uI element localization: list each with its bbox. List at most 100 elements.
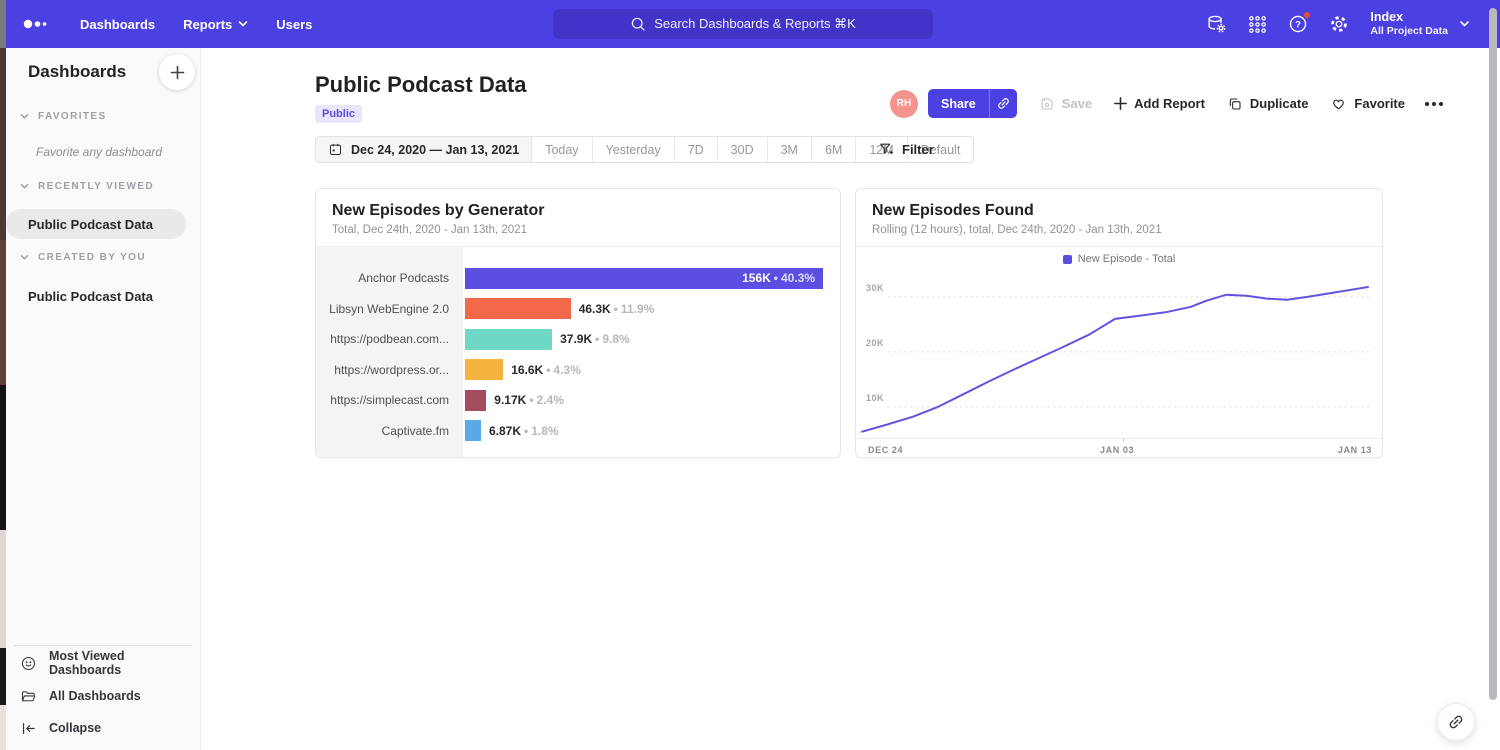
settings-gear-icon xyxy=(1328,13,1350,35)
card-new-episodes-found: New Episodes Found Rolling (12 hours), t… xyxy=(855,188,1383,458)
background-window-strip xyxy=(0,0,6,750)
duplicate-button[interactable]: Duplicate xyxy=(1227,96,1309,112)
folder-icon xyxy=(20,688,37,705)
bar-chart-row: Libsyn WebEngine 2.0 46.3K•11.9% xyxy=(316,294,824,325)
x-axis-label: JAN 13 xyxy=(1338,445,1372,455)
preset-3m[interactable]: 3M xyxy=(767,137,811,162)
dashboard-actions: RH Share Save Add Report Duplicate xyxy=(890,89,1443,118)
share-button[interactable]: Share xyxy=(928,89,1017,118)
apps-grid-button[interactable] xyxy=(1246,13,1268,35)
chevron-down-icon xyxy=(1459,20,1470,28)
bar-value: 156K•40.3% xyxy=(742,268,815,289)
apps-grid-icon xyxy=(1247,14,1268,35)
filter-button[interactable]: Filter xyxy=(878,136,934,163)
search-input[interactable]: Search Dashboards & Reports ⌘K xyxy=(553,9,933,39)
preset-6m[interactable]: 6M xyxy=(811,137,855,162)
help-button[interactable]: ? xyxy=(1287,13,1309,35)
topbar-right-group: ? Index All Project Data xyxy=(1186,10,1470,38)
add-dashboard-button[interactable] xyxy=(159,54,195,90)
link-icon xyxy=(1447,713,1465,731)
sidebar-section-recently-viewed[interactable]: RECENTLY VIEWED xyxy=(20,181,154,192)
bar-chart-row: https://wordpress.or... 16.6K•4.3% xyxy=(316,355,824,386)
vertical-scrollbar-thumb[interactable] xyxy=(1489,8,1497,700)
nav-reports[interactable]: Reports xyxy=(183,17,248,32)
project-name: Index xyxy=(1370,10,1448,25)
bar[interactable] xyxy=(465,298,571,319)
legend-label: New Episode - Total xyxy=(1078,253,1176,265)
x-axis-label: JAN 03 xyxy=(1100,445,1134,455)
collapse-sidebar-button[interactable]: Collapse xyxy=(20,718,101,738)
settings-button[interactable] xyxy=(1328,13,1350,35)
bar-value: 6.87K•1.8% xyxy=(489,424,559,438)
chart-title: New Episodes by Generator xyxy=(332,202,824,220)
funnel-plus-icon xyxy=(878,141,895,158)
bar[interactable] xyxy=(465,359,503,380)
x-axis-label: DEC 24 xyxy=(868,445,903,455)
chevron-down-icon xyxy=(238,20,248,28)
sidebar-section-favorites[interactable]: FAVORITES xyxy=(20,111,107,122)
bar[interactable] xyxy=(465,420,481,441)
avatar[interactable]: RH xyxy=(890,90,918,118)
heart-icon xyxy=(1330,95,1347,112)
date-range-picker[interactable]: Dec 24, 2020 — Jan 13, 2021 xyxy=(316,137,531,162)
sidebar-item-public-podcast-data[interactable]: Public Podcast Data xyxy=(28,288,153,306)
chevron-down-icon xyxy=(20,113,29,120)
copy-icon xyxy=(1227,96,1243,112)
sidebar-footer-divider xyxy=(14,645,192,646)
plus-icon xyxy=(170,65,185,80)
plus-icon xyxy=(1114,97,1127,110)
nav-dashboards[interactable]: Dashboards xyxy=(80,17,155,32)
more-options-button[interactable] xyxy=(1425,102,1443,106)
collapse-arrow-left-icon xyxy=(20,720,37,737)
card-header: New Episodes Found Rolling (12 hours), t… xyxy=(856,189,1382,247)
bar-value: 37.9K•9.8% xyxy=(560,332,630,346)
app-logo-icon[interactable] xyxy=(22,12,52,36)
bar-chart-row: Captivate.fm 6.87K•1.8% xyxy=(316,416,824,447)
data-sources-button[interactable] xyxy=(1205,13,1227,35)
date-range-bar: Dec 24, 2020 — Jan 13, 2021 Today Yester… xyxy=(315,136,974,163)
x-axis-tick-mark xyxy=(1123,438,1124,442)
database-gear-icon xyxy=(1205,13,1227,35)
preset-30d[interactable]: 30D xyxy=(717,137,767,162)
bar-value: 46.3K•11.9% xyxy=(579,302,655,316)
project-subtitle: All Project Data xyxy=(1370,25,1448,38)
page-title: Public Podcast Data xyxy=(315,72,527,98)
legend-swatch xyxy=(1063,255,1072,264)
line-chart-plot[interactable] xyxy=(860,275,1374,438)
smiley-icon xyxy=(20,655,37,672)
calendar-icon xyxy=(328,142,343,157)
bar-chart-row: https://simplecast.com 9.17K•2.4% xyxy=(316,385,824,416)
all-dashboards-link[interactable]: All Dashboards xyxy=(20,686,141,706)
floating-share-link-button[interactable] xyxy=(1437,703,1475,741)
search-icon xyxy=(630,16,646,32)
chart-title: New Episodes Found xyxy=(872,202,1366,220)
nav-users[interactable]: Users xyxy=(276,17,312,32)
save-button[interactable]: Save xyxy=(1039,96,1092,112)
chart-legend: New Episode - Total xyxy=(856,253,1382,265)
favorite-button[interactable]: Favorite xyxy=(1330,95,1405,112)
chart-subtitle: Total, Dec 24th, 2020 - Jan 13th, 2021 xyxy=(332,224,824,236)
project-switcher[interactable]: Index All Project Data xyxy=(1370,10,1470,38)
bar[interactable]: 156K•40.3% xyxy=(465,268,823,289)
top-navigation-bar: Dashboards Reports Users Search Dashboar… xyxy=(6,0,1500,48)
chevron-down-icon xyxy=(20,254,29,261)
sidebar-title: Dashboards xyxy=(28,62,126,82)
most-viewed-dashboards-link[interactable]: Most Viewed Dashboards xyxy=(20,653,200,673)
card-new-episodes-by-generator: New Episodes by Generator Total, Dec 24t… xyxy=(315,188,841,458)
x-axis-line xyxy=(856,438,1382,439)
save-icon xyxy=(1039,96,1055,112)
sidebar-item-public-podcast-data-selected[interactable]: Public Podcast Data xyxy=(6,209,186,239)
card-header: New Episodes by Generator Total, Dec 24t… xyxy=(316,189,840,247)
favorites-empty-text: Favorite any dashboard xyxy=(36,145,162,159)
bar[interactable] xyxy=(465,390,486,411)
preset-today[interactable]: Today xyxy=(531,137,591,162)
chevron-down-icon xyxy=(20,183,29,190)
add-report-button[interactable]: Add Report xyxy=(1114,96,1205,111)
preset-yesterday[interactable]: Yesterday xyxy=(592,137,674,162)
bar[interactable] xyxy=(465,329,552,350)
chart-subtitle: Rolling (12 hours), total, Dec 24th, 202… xyxy=(872,224,1366,236)
bar-chart-row: Anchor Podcasts 156K•40.3% xyxy=(316,263,824,294)
preset-7d[interactable]: 7D xyxy=(674,137,717,162)
sidebar-section-created-by-you[interactable]: CREATED BY YOU xyxy=(20,252,146,263)
copy-share-link-button[interactable] xyxy=(989,89,1017,118)
